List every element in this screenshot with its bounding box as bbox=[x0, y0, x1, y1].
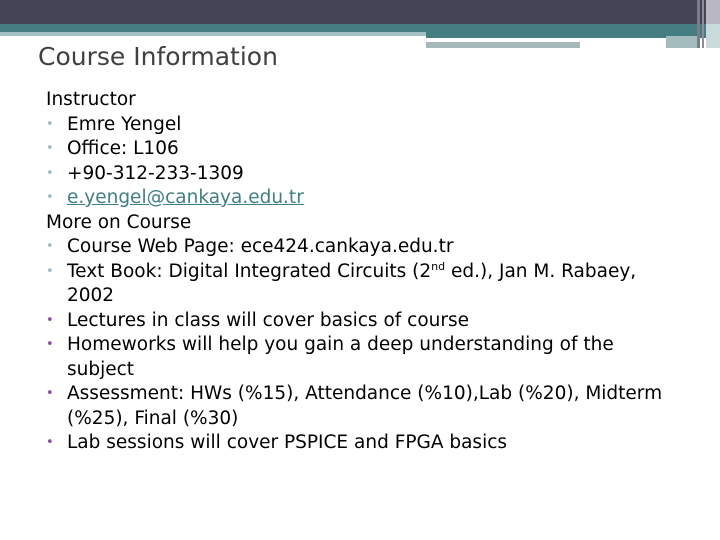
bullet-icon: • bbox=[46, 116, 54, 132]
bullet-icon: • bbox=[46, 165, 54, 181]
header-dark-band bbox=[0, 0, 720, 24]
instructor-phone: +90-312-233-1309 bbox=[67, 162, 244, 184]
list-item: • +90-312-233-1309 bbox=[46, 162, 686, 187]
bullet-icon: • bbox=[46, 435, 54, 450]
instructor-email-link[interactable]: e.yengel@cankaya.edu.tr bbox=[67, 187, 304, 208]
list-item: • Text Book: Digital Integrated Circuits … bbox=[46, 260, 686, 309]
text-book-part: Text Book: Digital Integrated Circuits (… bbox=[67, 260, 432, 282]
list-item: • Lectures in class will cover basics of … bbox=[46, 309, 686, 334]
list-item: • Office: L106 bbox=[46, 137, 686, 162]
section-heading-instructor: Instructor bbox=[46, 89, 136, 110]
text-book-superscript: nd bbox=[431, 259, 446, 273]
header-vertical-line bbox=[697, 0, 700, 48]
lectures-note: Lectures in class will cover basics of c… bbox=[67, 309, 470, 331]
header-vertical-line bbox=[702, 0, 704, 48]
header-corner-strip bbox=[666, 36, 698, 48]
list-item: • Homeworks will help you gain a deep und… bbox=[46, 333, 686, 382]
bullet-icon: • bbox=[46, 337, 54, 352]
section-heading-more-on-course: More on Course bbox=[46, 211, 192, 233]
slide-body: Instructor • Emre Yengel • Office: L106 • +… bbox=[46, 88, 686, 456]
homeworks-note: Homeworks will help you gain a deep unde… bbox=[67, 334, 614, 380]
list-item: • Emre Yengel bbox=[46, 113, 686, 138]
bullet-icon: • bbox=[46, 190, 54, 205]
list-item: • e.yengel@cankaya.edu.tr bbox=[46, 186, 686, 211]
bullet-icon: • bbox=[46, 312, 54, 328]
instructor-office: Office: L106 bbox=[67, 138, 179, 159]
lab-sessions-note: Lab sessions will cover PSPICE and FPGA … bbox=[67, 432, 508, 453]
list-item: • Assessment: HWs (%15), Attendance (%10)… bbox=[46, 382, 686, 431]
bullet-icon: • bbox=[46, 386, 54, 401]
list-item: • Lab sessions will cover PSPICE and FPGA… bbox=[46, 431, 686, 456]
header-gray-strip bbox=[426, 42, 580, 48]
bullet-icon: • bbox=[46, 263, 54, 279]
header-vertical-strip-light bbox=[706, 24, 720, 48]
bullet-icon: • bbox=[46, 141, 54, 156]
slide-title: Course Information bbox=[38, 42, 278, 71]
bullet-icon: • bbox=[46, 239, 54, 254]
course-web-page: Course Web Page: ece424.cankaya.edu.tr bbox=[67, 236, 454, 257]
list-item: • Course Web Page: ece424.cankaya.edu.tr bbox=[46, 235, 686, 260]
instructor-name: Emre Yengel bbox=[67, 113, 182, 135]
text-book: Text Book: Digital Integrated Circuits (… bbox=[67, 259, 636, 307]
header-light-strip bbox=[0, 32, 426, 36]
assessment-note: Assessment: HWs (%15), Attendance (%10),… bbox=[67, 383, 663, 429]
